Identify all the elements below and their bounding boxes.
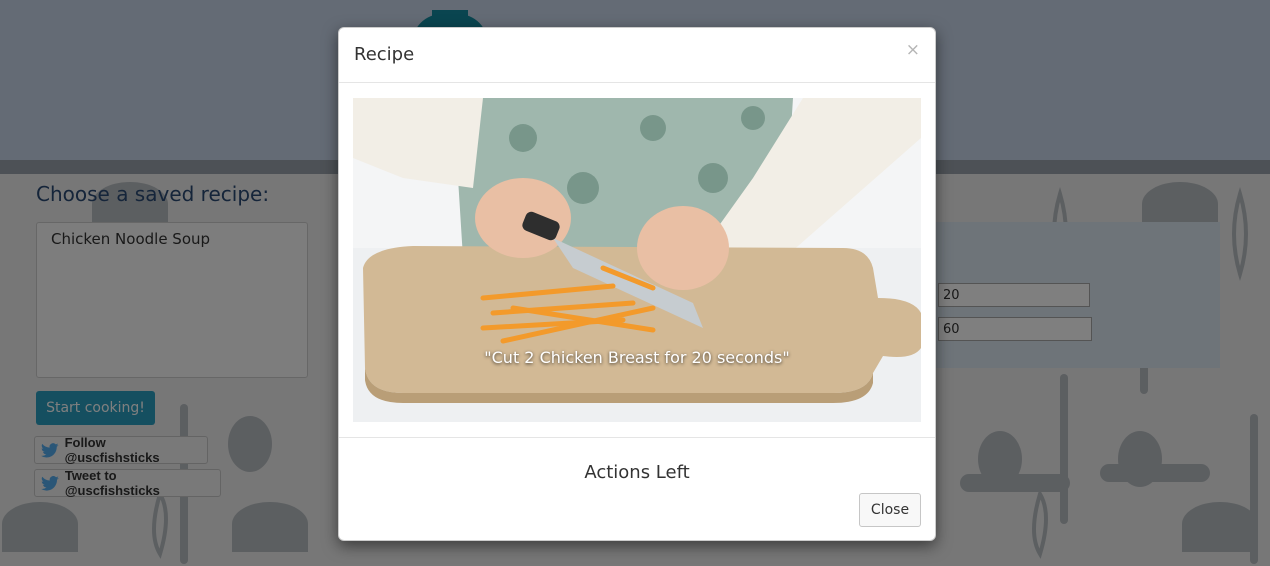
recipe-modal: Recipe × "Cut 2 Chicken Breast for 20 se… [338, 27, 936, 541]
recipe-step-image: "Cut 2 Chicken Breast for 20 seconds" [353, 98, 921, 422]
cutting-board-photo [353, 98, 921, 422]
close-icon[interactable]: × [906, 42, 920, 59]
close-button[interactable]: Close [859, 493, 921, 527]
modal-header-divider [339, 82, 935, 83]
step-caption: "Cut 2 Chicken Breast for 20 seconds" [484, 348, 790, 367]
modal-footer-divider [339, 437, 935, 438]
actions-left-label: Actions Left [584, 462, 690, 483]
modal-title: Recipe [354, 44, 415, 65]
